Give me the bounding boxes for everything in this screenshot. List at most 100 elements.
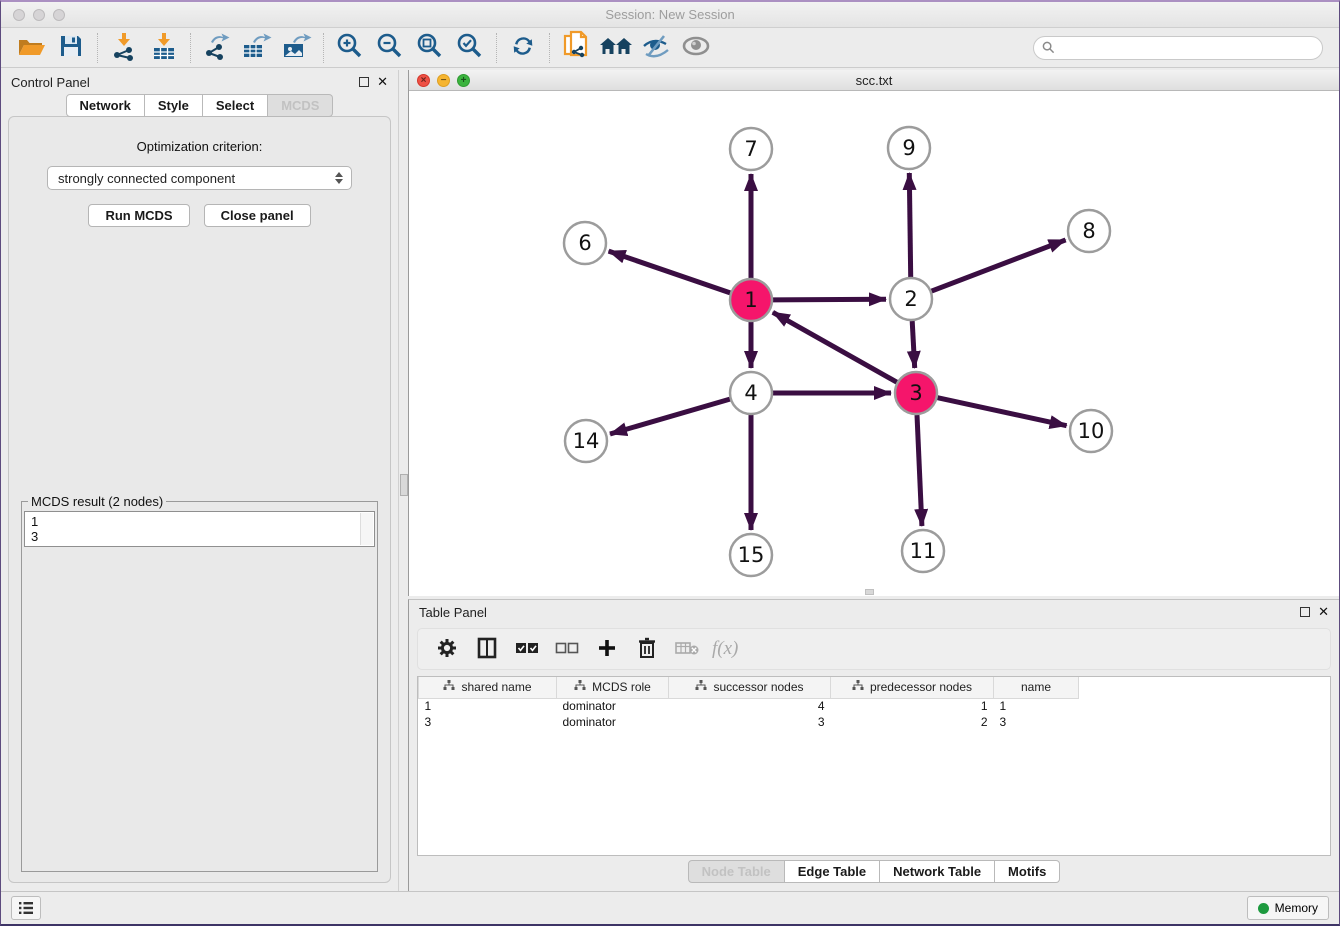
network-canvas[interactable]: 7 9 6 8 1 2 4 3 14 10 15 11 bbox=[409, 91, 1339, 596]
graph-node-1[interactable]: 1 bbox=[730, 279, 772, 321]
panel-divider[interactable] bbox=[398, 70, 408, 891]
tab-motifs[interactable]: Motifs bbox=[995, 860, 1060, 883]
edge-3-1[interactable] bbox=[773, 312, 897, 382]
columns-button[interactable] bbox=[472, 634, 502, 664]
edge-1-2[interactable] bbox=[773, 299, 886, 300]
node-table[interactable]: shared nameMCDS rolesuccessor nodesprede… bbox=[417, 676, 1331, 856]
delete-table-button[interactable] bbox=[672, 634, 702, 664]
cell[interactable]: dominator bbox=[557, 698, 669, 714]
gear-button[interactable] bbox=[432, 634, 462, 664]
edge-3-10[interactable] bbox=[938, 398, 1067, 426]
graph-node-6[interactable]: 6 bbox=[564, 222, 606, 264]
column-header-MCDS-role[interactable]: MCDS role bbox=[557, 677, 669, 698]
cell[interactable]: 1 bbox=[994, 698, 1079, 714]
result-scrollbar[interactable] bbox=[360, 513, 373, 545]
select-all-icon bbox=[515, 641, 539, 658]
edge-1-6[interactable] bbox=[609, 251, 731, 293]
cell[interactable]: 3 bbox=[669, 714, 831, 730]
cell[interactable]: 4 bbox=[669, 698, 831, 714]
zoom-fit-button[interactable] bbox=[410, 31, 450, 65]
search-input[interactable] bbox=[1059, 41, 1314, 55]
zoom-in-button[interactable] bbox=[330, 31, 370, 65]
column-header-name[interactable]: name bbox=[994, 677, 1079, 698]
graph-node-9[interactable]: 9 bbox=[888, 127, 930, 169]
mcds-result-area[interactable]: 1 3 bbox=[24, 511, 375, 547]
table-row[interactable]: 3dominator323 bbox=[419, 714, 1079, 730]
delete-column-button[interactable] bbox=[632, 634, 662, 664]
close-table-panel-icon[interactable]: ✕ bbox=[1318, 607, 1329, 617]
task-history-button[interactable] bbox=[11, 896, 41, 920]
function-builder-button[interactable]: f(x) bbox=[712, 638, 738, 660]
open-session-button[interactable] bbox=[11, 31, 51, 65]
column-header-predecessor-nodes[interactable]: predecessor nodes bbox=[831, 677, 994, 698]
refresh-button[interactable] bbox=[503, 31, 543, 65]
tab-network-table[interactable]: Network Table bbox=[880, 860, 995, 883]
zoom-selected-button[interactable] bbox=[450, 31, 490, 65]
import-network-button[interactable] bbox=[104, 31, 144, 65]
table-toolbar: f(x) bbox=[417, 628, 1331, 670]
hide-selected-button[interactable] bbox=[636, 31, 676, 65]
tab-network[interactable]: Network bbox=[66, 94, 145, 117]
cell[interactable]: dominator bbox=[557, 714, 669, 730]
graph-node-7[interactable]: 7 bbox=[730, 128, 772, 170]
close-panel-icon[interactable]: ✕ bbox=[377, 77, 388, 87]
column-header-successor-nodes[interactable]: successor nodes bbox=[669, 677, 831, 698]
search-box[interactable] bbox=[1033, 36, 1323, 60]
tab-node-table[interactable]: Node Table bbox=[688, 860, 785, 883]
new-network-from-selection-button[interactable] bbox=[556, 31, 596, 65]
edge-2-9[interactable] bbox=[909, 173, 910, 277]
memory-status-icon bbox=[1258, 903, 1269, 914]
optimization-criterion-select[interactable]: strongly connected component bbox=[47, 166, 352, 190]
tab-style[interactable]: Style bbox=[145, 94, 203, 117]
canvas-resize-handle[interactable] bbox=[865, 589, 874, 595]
tab-select[interactable]: Select bbox=[203, 94, 268, 117]
add-column-button[interactable] bbox=[592, 634, 622, 664]
network-graph[interactable]: 7 9 6 8 1 2 4 3 14 10 15 11 bbox=[409, 91, 1339, 593]
cell[interactable]: 2 bbox=[831, 714, 994, 730]
close-panel-button[interactable]: Close panel bbox=[204, 204, 311, 227]
cell[interactable]: 3 bbox=[419, 714, 557, 730]
graph-node-14[interactable]: 14 bbox=[565, 420, 607, 462]
graph-node-15[interactable]: 15 bbox=[730, 534, 772, 576]
select-all-button[interactable] bbox=[512, 634, 542, 664]
export-image-button[interactable] bbox=[277, 31, 317, 65]
tab-edge-table[interactable]: Edge Table bbox=[785, 860, 880, 883]
cell[interactable]: 1 bbox=[831, 698, 994, 714]
graph-node-10[interactable]: 10 bbox=[1070, 410, 1112, 452]
cell[interactable]: 3 bbox=[994, 714, 1079, 730]
hierarchy-icon bbox=[574, 680, 586, 694]
export-network-button[interactable] bbox=[197, 31, 237, 65]
delete-table-icon bbox=[675, 640, 699, 659]
svg-text:9: 9 bbox=[902, 136, 915, 160]
table-panel: Table Panel ✕ f(x) shared nameMCDS roles… bbox=[408, 599, 1339, 891]
edge-4-14[interactable] bbox=[610, 399, 730, 434]
float-panel-icon[interactable] bbox=[359, 77, 369, 87]
zoom-in-icon bbox=[335, 31, 365, 64]
edge-3-11[interactable] bbox=[917, 415, 922, 526]
show-all-button[interactable] bbox=[676, 31, 716, 65]
graph-node-2[interactable]: 2 bbox=[890, 278, 932, 320]
deselect-all-button[interactable] bbox=[552, 634, 582, 664]
graph-node-8[interactable]: 8 bbox=[1068, 210, 1110, 252]
table-row[interactable]: 1dominator411 bbox=[419, 698, 1079, 714]
memory-button[interactable]: Memory bbox=[1247, 896, 1329, 920]
network-title: scc.txt bbox=[409, 73, 1339, 88]
zoom-out-button[interactable] bbox=[370, 31, 410, 65]
first-neighbors-button[interactable] bbox=[596, 31, 636, 65]
tab-mcds[interactable]: MCDS bbox=[268, 94, 333, 117]
edge-2-3[interactable] bbox=[912, 321, 915, 368]
float-table-panel-icon[interactable] bbox=[1300, 607, 1310, 617]
graph-node-11[interactable]: 11 bbox=[902, 530, 944, 572]
cell[interactable]: 1 bbox=[419, 698, 557, 714]
run-mcds-button[interactable]: Run MCDS bbox=[88, 204, 189, 227]
graph-node-3[interactable]: 3 bbox=[895, 372, 937, 414]
edge-2-8[interactable] bbox=[932, 240, 1066, 291]
column-header-shared-name[interactable]: shared name bbox=[419, 677, 557, 698]
save-session-button[interactable] bbox=[51, 31, 91, 65]
graph-node-4[interactable]: 4 bbox=[730, 372, 772, 414]
import-table-button[interactable] bbox=[144, 31, 184, 65]
svg-text:10: 10 bbox=[1078, 419, 1105, 443]
export-table-button[interactable] bbox=[237, 31, 277, 65]
divider-handle[interactable] bbox=[400, 474, 408, 496]
zoom-out-icon bbox=[375, 31, 405, 64]
